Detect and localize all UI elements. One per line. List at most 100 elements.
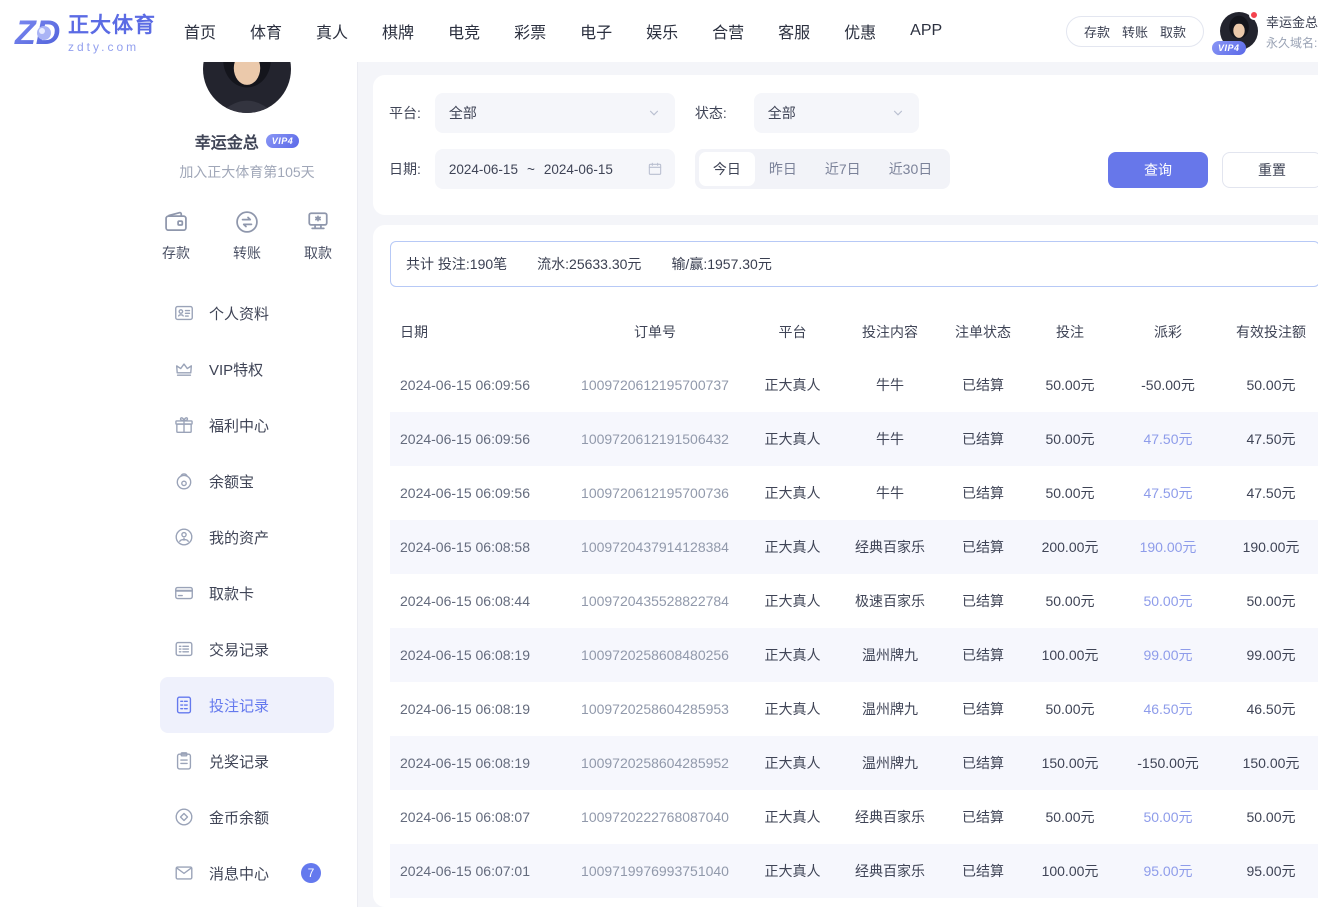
cell-valid: 95.00元 [1212,844,1318,898]
brand-text: 正大体育 zdty.com [68,9,156,54]
sidebar-item-个人资料[interactable]: 个人资料 [160,285,334,341]
unread-count-badge: 7 [301,863,321,883]
header-avatar-wrap: VIP4 [1220,12,1258,50]
table-row: 2024-06-15 06:08:191009720258604285953正大… [390,682,1318,736]
summary-item-2: 流水:25633.30元 [537,254,641,274]
cell-bet: 200.00元 [1016,520,1124,574]
nav-item-7[interactable]: 电子 [580,19,612,43]
reset-button[interactable]: 重置 [1222,152,1318,188]
profile-action-label: 取款 [304,243,332,263]
quick-action-3[interactable]: 取款 [1160,22,1186,41]
sidebar-item-label: 福利中心 [209,415,269,436]
sidebar-item-取款卡[interactable]: 取款卡 [160,565,334,621]
cell-valid: 50.00元 [1212,358,1318,412]
cell-valid: 50.00元 [1212,574,1318,628]
profile-action-label: 转账 [233,243,261,263]
sidebar-item-余额宝[interactable]: 余额宝 [160,453,334,509]
range-近30日[interactable]: 近30日 [875,152,947,186]
quick-action-2[interactable]: 转账 [1122,22,1148,41]
date-label: 日期: [389,159,421,179]
cell-order: 1009720612195700736 [555,466,755,520]
cell-payout: 99.00元 [1124,628,1212,682]
cell-platform: 正大真人 [755,682,830,736]
filter-card: 平台: 全部 状态: 全部 日期: 2024-06-15 ~ 2024-06-1… [373,75,1318,215]
filter-row-1: 平台: 全部 状态: 全部 [389,93,1318,133]
bet-record-icon [173,694,195,716]
cell-platform: 正大真人 [755,628,830,682]
cell-date: 2024-06-15 06:08:44 [390,574,555,628]
cell-date: 2024-06-15 06:09:56 [390,358,555,412]
cell-payout: 50.00元 [1124,574,1212,628]
table-row: 2024-06-15 06:07:011009719976993751040正大… [390,844,1318,898]
sidebar-item-交易记录[interactable]: 交易记录 [160,621,334,677]
header-user[interactable]: VIP4 幸运金总 永久域名: [1220,12,1318,51]
cell-payout: 47.50元 [1124,466,1212,520]
status-select-value: 全部 [768,103,796,123]
sidebar-item-投注记录[interactable]: 投注记录 [160,677,334,733]
cell-platform: 正大真人 [755,358,830,412]
profile-action-取款[interactable]: 取款 [304,208,332,263]
cell-payout: 50.00元 [1124,790,1212,844]
cell-status: 已结算 [950,736,1016,790]
summary-item-1: 共计 投注:190笔 [406,254,507,274]
sidebar-item-label: 兑奖记录 [209,751,269,772]
platform-select[interactable]: 全部 [435,93,675,133]
top-header: ZD 正大体育 zdty.com 首页 体育 真人 棋牌 电竞 彩票 电子 娱乐 合营 客服 优惠 A… [0,0,1318,62]
transaction-list-icon [173,638,195,660]
cell-bet: 150.00元 [1016,736,1124,790]
nav-item-4[interactable]: 棋牌 [382,19,414,43]
col-header-订单号: 订单号 [555,305,755,358]
profile-action-label: 存款 [162,243,190,263]
nav-item-12[interactable]: APP [910,22,942,40]
sidebar-item-label: 余额宝 [209,471,254,492]
profile-actions: 存款 转账 取款 [160,208,334,263]
range-今日[interactable]: 今日 [699,152,755,186]
crown-icon [173,358,195,380]
chevron-down-icon [891,106,905,120]
sidebar-item-兑奖记录[interactable]: 兑奖记录 [160,733,334,789]
nav-item-9[interactable]: 合营 [712,19,744,43]
profile-action-转账[interactable]: 转账 [233,208,261,263]
table-row: 2024-06-15 06:09:561009720612195700737正大… [390,358,1318,412]
cell-order: 1009720437914128384 [555,520,755,574]
range-近7日[interactable]: 近7日 [811,152,875,186]
cell-valid: 47.50元 [1212,466,1318,520]
sidebar-item-意见反馈[interactable]: 意见反馈 [160,901,334,907]
cell-status: 已结算 [950,520,1016,574]
sidebar-item-我的资产[interactable]: 我的资产 [160,509,334,565]
nav-item-2[interactable]: 体育 [250,19,282,43]
cell-order: 1009720222768087040 [555,790,755,844]
nav-item-3[interactable]: 真人 [316,19,348,43]
vip-badge: VIP4 [1212,41,1246,55]
summary-bar: 共计 投注:190笔流水:25633.30元输/赢:1957.30元 [390,241,1318,287]
cell-status: 已结算 [950,844,1016,898]
nav-item-5[interactable]: 电竞 [448,19,480,43]
nav-item-1[interactable]: 首页 [184,19,216,43]
status-select[interactable]: 全部 [754,93,919,133]
cell-valid: 99.00元 [1212,628,1318,682]
header-user-meta: 幸运金总 永久域名: [1266,12,1318,51]
sidebar-item-消息中心[interactable]: 消息中心7 [160,845,334,901]
search-button[interactable]: 查询 [1108,152,1208,188]
sidebar-item-福利中心[interactable]: 福利中心 [160,397,334,453]
nav-item-11[interactable]: 优惠 [844,19,876,43]
sidebar-item-VIP特权[interactable]: VIP特权 [160,341,334,397]
brand-logo[interactable]: ZD 正大体育 zdty.com [14,8,156,54]
range-昨日[interactable]: 昨日 [755,152,811,186]
transfer-icon [233,208,261,236]
cell-content: 牛牛 [830,358,950,412]
table-row: 2024-06-15 06:08:191009720258604285952正大… [390,736,1318,790]
quick-action-1[interactable]: 存款 [1084,22,1110,41]
cell-date: 2024-06-15 06:08:19 [390,628,555,682]
sidebar-item-金币余额[interactable]: 金币余额 [160,789,334,845]
date-range-input[interactable]: 2024-06-15 ~ 2024-06-15 [435,149,675,189]
sidebar: 幸运金总 VIP4 加入正大体育第105天 存款转账取款 个人资料VIP特权福利… [0,62,358,907]
nav-item-10[interactable]: 客服 [778,19,810,43]
profile-action-存款[interactable]: 存款 [162,208,190,263]
cell-order: 1009720258608480256 [555,628,755,682]
cell-order: 1009720612195700737 [555,358,755,412]
message-icon [173,862,195,884]
cell-valid: 46.50元 [1212,682,1318,736]
nav-item-6[interactable]: 彩票 [514,19,546,43]
nav-item-8[interactable]: 娱乐 [646,19,678,43]
